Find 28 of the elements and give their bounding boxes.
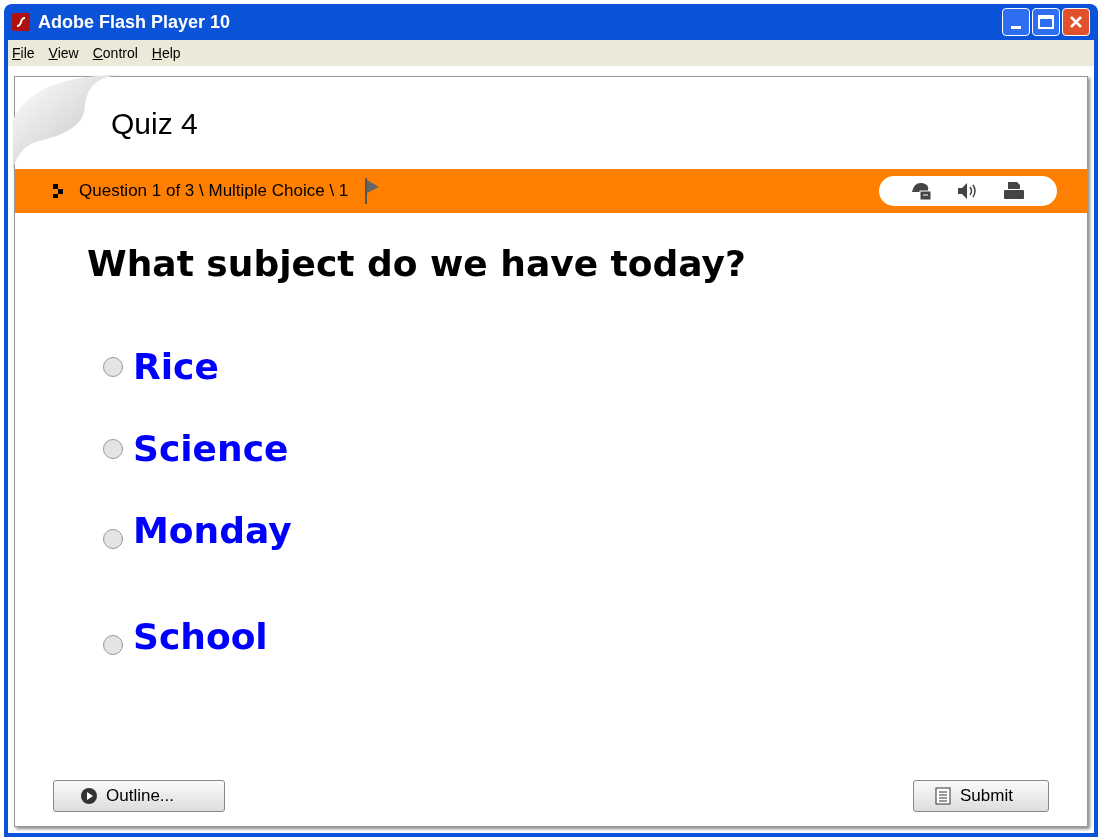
document-icon bbox=[934, 787, 952, 805]
window-title: Adobe Flash Player 10 bbox=[38, 10, 231, 34]
close-icon bbox=[1069, 15, 1083, 29]
option-label[interactable]: School bbox=[133, 619, 268, 655]
option-label[interactable]: Rice bbox=[133, 349, 219, 385]
bullet-icon bbox=[53, 184, 65, 198]
outline-button[interactable]: Outline... bbox=[53, 780, 225, 812]
radio-button[interactable] bbox=[103, 529, 123, 549]
submit-button[interactable]: Submit bbox=[913, 780, 1049, 812]
play-icon bbox=[80, 787, 98, 805]
minimize-button[interactable] bbox=[1002, 8, 1030, 36]
option-label[interactable]: Science bbox=[133, 431, 289, 467]
menu-item[interactable]: File bbox=[12, 42, 35, 64]
printer-icon[interactable] bbox=[1002, 181, 1026, 201]
option-label[interactable]: Monday bbox=[133, 513, 292, 549]
menu-item[interactable]: Control bbox=[92, 42, 138, 64]
radio-button[interactable] bbox=[103, 357, 123, 377]
flash-logo-icon bbox=[12, 13, 30, 31]
menu-item[interactable]: View bbox=[48, 42, 79, 64]
flag-icon[interactable] bbox=[364, 178, 381, 204]
radio-button[interactable] bbox=[103, 635, 123, 655]
menu-item[interactable]: Help bbox=[151, 42, 181, 64]
close-button[interactable] bbox=[1062, 8, 1090, 36]
radio-button[interactable] bbox=[103, 439, 123, 459]
quiz-title: Quiz 4 bbox=[111, 105, 198, 142]
breadcrumb: Question 1 of 3 \ Multiple Choice \ 1 bbox=[79, 180, 349, 203]
maximize-button[interactable] bbox=[1032, 8, 1060, 36]
question-text: What subject do we have today? bbox=[87, 243, 746, 284]
